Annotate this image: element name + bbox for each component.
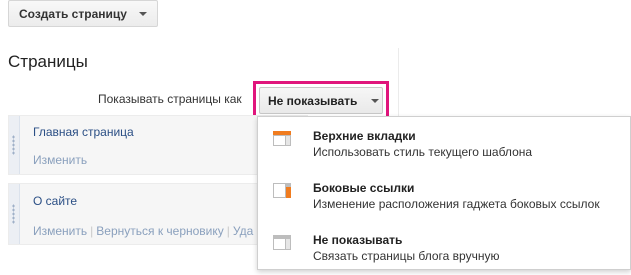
page-actions: Изменить | Вернуться к черновику | Уда (33, 224, 253, 238)
separator: | (90, 224, 94, 238)
create-page-label: Создать страницу (19, 6, 127, 21)
create-page-button[interactable]: Создать страницу (8, 0, 158, 27)
page-title: Страницы (8, 52, 88, 71)
edit-link[interactable]: Изменить (33, 153, 87, 167)
delete-link[interactable]: Уда (233, 224, 253, 238)
revert-to-draft-link[interactable]: Вернуться к черновику (96, 224, 224, 238)
edit-link[interactable]: Изменить (33, 224, 87, 238)
chevron-down-icon (371, 98, 380, 103)
menu-item-description: Использовать стиль текущего шаблона (313, 145, 533, 159)
menu-item-title: Боковые ссылки (313, 181, 415, 195)
show-pages-menu: Верхние вкладки Использовать стиль текущ… (257, 116, 631, 270)
menu-item-title: Верхние вкладки (313, 129, 416, 143)
menu-item-title: Не показывать (313, 233, 403, 247)
show-pages-label: Показывать страницы как (98, 92, 242, 106)
top-tabs-layout-icon (273, 131, 291, 146)
no-display-layout-icon (273, 235, 291, 250)
menu-item-description: Связать страницы блога вручную (313, 249, 500, 263)
separator: | (226, 224, 230, 238)
side-links-layout-icon (273, 183, 291, 198)
page-title-link[interactable]: О сайте (33, 194, 77, 208)
page-title-link[interactable]: Главная страница (33, 125, 134, 139)
drag-handle[interactable] (9, 184, 20, 244)
divider (398, 48, 399, 120)
grip-dots-icon (12, 204, 15, 224)
menu-item-side-links[interactable]: Боковые ссылки Изменение расположения га… (258, 175, 630, 223)
menu-item-no-display[interactable]: Не показывать Связать страницы блога вру… (258, 227, 630, 275)
menu-item-top-tabs[interactable]: Верхние вкладки Использовать стиль текущ… (258, 123, 630, 171)
page-actions: Изменить (33, 153, 87, 167)
grip-dots-icon (12, 135, 15, 155)
show-pages-value: Не показывать (268, 93, 358, 108)
drag-handle[interactable] (9, 116, 20, 174)
show-pages-dropdown[interactable]: Не показывать (259, 87, 383, 114)
menu-item-description: Изменение расположения гаджета боковых с… (313, 197, 600, 211)
chevron-down-icon (138, 11, 147, 16)
